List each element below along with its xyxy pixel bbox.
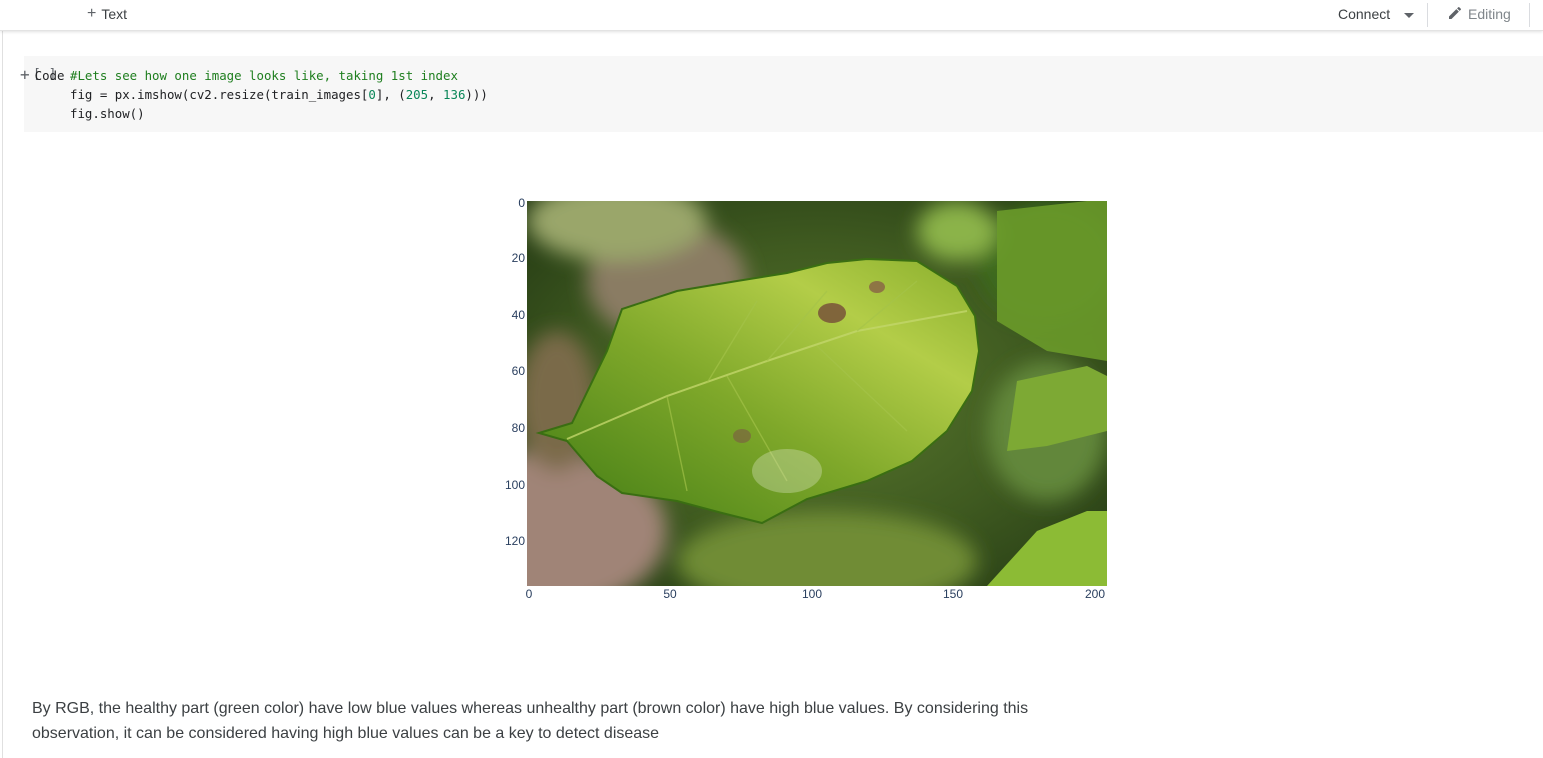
x-tick-label: 150 bbox=[942, 587, 964, 601]
code-number: 205 bbox=[405, 87, 429, 102]
editing-label: Editing bbox=[1468, 6, 1511, 22]
add-text-label: Text bbox=[101, 6, 128, 22]
code-number: 0 bbox=[368, 87, 376, 102]
add-code-label: Code bbox=[34, 67, 65, 83]
code-comment: #Lets see how one image looks like, taki… bbox=[70, 68, 458, 83]
y-tick-label: 120 bbox=[504, 534, 525, 548]
toolbar-divider bbox=[1529, 3, 1530, 27]
y-tick-label: 40 bbox=[511, 308, 525, 322]
notebook-toolbar: + Code + Text Connect Editing bbox=[0, 0, 1543, 83]
x-tick-label: 200 bbox=[1084, 587, 1106, 601]
connect-label: Connect bbox=[1338, 6, 1391, 22]
add-code-button[interactable]: + Code bbox=[20, 66, 64, 84]
leaf-image bbox=[527, 201, 1107, 586]
y-tick-label: 60 bbox=[511, 364, 525, 378]
y-tick-label: 80 bbox=[511, 421, 525, 435]
cell-focus-rule bbox=[2, 31, 3, 758]
code-number: 136 bbox=[443, 87, 466, 102]
markdown-cell-text[interactable]: By RGB, the healthy part (green color) h… bbox=[32, 696, 1032, 746]
plus-icon: + bbox=[87, 5, 97, 22]
code-text: , bbox=[428, 87, 444, 102]
code-text: fig.show() bbox=[70, 106, 145, 121]
y-tick-label: 100 bbox=[504, 478, 525, 492]
x-tick-label: 50 bbox=[663, 587, 677, 601]
chevron-down-icon[interactable] bbox=[1404, 12, 1415, 18]
connect-button[interactable]: Connect bbox=[1338, 5, 1415, 23]
code-text: ], ( bbox=[375, 87, 406, 102]
x-tick-label: 0 bbox=[525, 587, 533, 601]
code-editor[interactable]: #Lets see how one image looks like, taki… bbox=[70, 66, 488, 123]
toolbar-divider bbox=[1427, 3, 1428, 27]
pencil-icon bbox=[1447, 5, 1463, 24]
add-text-button[interactable]: + Text bbox=[87, 5, 127, 23]
y-tick-label: 20 bbox=[511, 251, 525, 265]
plus-icon: + bbox=[20, 65, 30, 84]
editing-mode-button[interactable]: Editing bbox=[1447, 5, 1511, 23]
x-tick-label: 100 bbox=[801, 587, 823, 601]
y-tick-label: 0 bbox=[518, 196, 525, 210]
code-text: ))) bbox=[465, 87, 488, 102]
code-text: fig = px.imshow(cv2.resize(train_images[ bbox=[70, 87, 369, 102]
imshow-figure[interactable]: 0 20 40 60 80 100 120 0 50 100 150 200 bbox=[490, 190, 1130, 610]
